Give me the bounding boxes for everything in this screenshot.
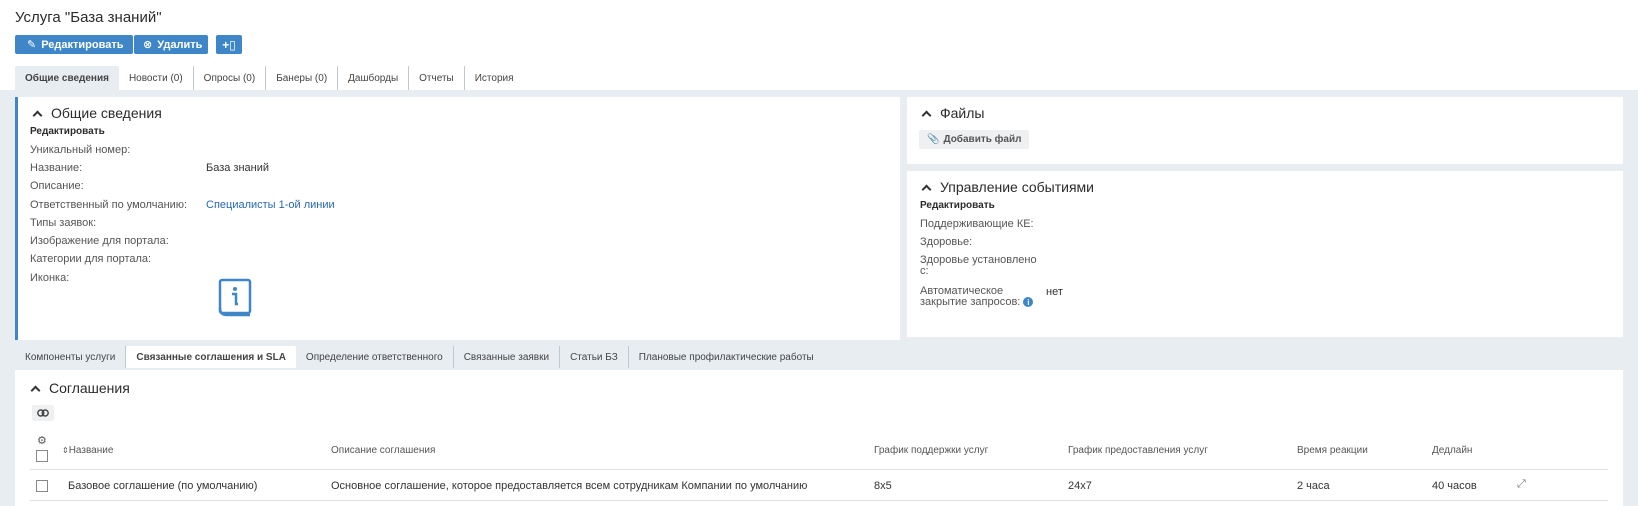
field-label: Автоматическое закрытие запросов: i: [920, 286, 1034, 308]
chevron-up-icon: [921, 184, 932, 194]
table-settings-icon[interactable]: ⚙: [37, 434, 47, 447]
field-label: Описание:: [30, 180, 84, 192]
edit-button-label: Редактировать: [41, 38, 124, 51]
sort-icon: ⇕: [62, 446, 69, 455]
column-header-support-schedule[interactable]: График поддержки услуг: [874, 445, 988, 456]
select-all-checkbox[interactable]: [36, 450, 48, 462]
agreements-panel: Соглашения ⚙ ⇕Название Описание соглашен…: [15, 370, 1623, 506]
column-header-name[interactable]: ⇕Название: [62, 445, 113, 456]
files-header[interactable]: Файлы: [921, 105, 985, 121]
general-edit-link[interactable]: Редактировать: [30, 126, 105, 137]
paperclip-icon: 📎: [927, 134, 940, 145]
info-book-icon: [218, 278, 252, 317]
events-edit-link[interactable]: Редактировать: [920, 200, 995, 211]
sub-tabs: Компоненты услуги Связанные соглашения и…: [15, 346, 824, 368]
files-title: Файлы: [940, 105, 985, 121]
table-divider: [30, 500, 1608, 501]
tab-kb-articles[interactable]: Статьи БЗ: [560, 346, 629, 368]
field-label: Здоровье установлено с:: [920, 255, 1037, 277]
field-label: Уникальный номер:: [30, 144, 131, 156]
unlink-icon[interactable]: ⤢: [1517, 478, 1526, 491]
cancel-circle-icon: ⊗: [143, 39, 153, 51]
field-label: Типы заявок:: [30, 217, 97, 229]
link-icon: [37, 409, 49, 417]
chevron-up-icon: [32, 110, 43, 120]
responsible-link[interactable]: Специалисты 1-ой линии: [206, 199, 335, 211]
main-tabs: Общие сведения Новости (0) Опросы (0) Ба…: [15, 66, 524, 90]
deadline-value: 40 часов: [1432, 480, 1477, 492]
support-schedule-value: 8x5: [874, 480, 892, 492]
column-header-provision-schedule[interactable]: График предоставления услуг: [1068, 445, 1208, 456]
agreements-header[interactable]: Соглашения: [30, 380, 130, 396]
field-label-line: Здоровье установлено: [920, 254, 1037, 266]
auto-close-value: нет: [1046, 286, 1063, 298]
events-title: Управление событиями: [940, 179, 1094, 195]
add-file-label: Добавить файл: [943, 134, 1022, 145]
events-panel: Управление событиями Редактировать Подде…: [907, 171, 1623, 337]
tab-maintenance[interactable]: Плановые профилактические работы: [629, 346, 824, 368]
tab-general[interactable]: Общие сведения: [15, 66, 119, 90]
chevron-up-icon: [921, 110, 932, 120]
field-label: Иконка:: [30, 272, 70, 284]
add-related-button[interactable]: +▯: [216, 35, 242, 54]
column-header-reaction-time[interactable]: Время реакции: [1297, 445, 1368, 456]
provision-schedule-value: 24x7: [1068, 480, 1092, 492]
column-header-deadline[interactable]: Дедлайн: [1432, 445, 1472, 456]
tab-history[interactable]: История: [465, 66, 524, 90]
add-document-icon: +▯: [222, 37, 236, 52]
page-title: Услуга "База знаний": [15, 9, 162, 26]
general-info-header[interactable]: Общие сведения: [32, 105, 162, 121]
general-info-title: Общие сведения: [51, 105, 162, 121]
field-label: Поддерживающие КЕ:: [920, 218, 1034, 230]
field-label: Категории для портала:: [30, 253, 152, 265]
tab-news[interactable]: Новости (0): [119, 66, 194, 90]
tab-responsible-definition[interactable]: Определение ответственного: [296, 346, 454, 368]
reaction-time-value: 2 часа: [1297, 480, 1330, 492]
table-divider: [30, 469, 1608, 470]
field-label-line: с:: [920, 265, 929, 277]
column-header-description[interactable]: Описание соглашения: [331, 445, 435, 456]
chevron-up-icon: [30, 385, 41, 395]
tab-reports[interactable]: Отчеты: [409, 66, 465, 90]
field-label-line: закрытие запросов: i: [920, 297, 1034, 308]
field-label: Изображение для портала:: [30, 235, 169, 247]
events-header[interactable]: Управление событиями: [921, 179, 1094, 195]
agreement-description: Основное соглашение, которое предоставля…: [331, 480, 808, 492]
delete-button[interactable]: ⊗ Удалить: [134, 35, 208, 54]
pencil-icon: ✎: [27, 39, 37, 51]
field-label: Ответственный по умолчанию:: [30, 199, 188, 211]
tab-polls[interactable]: Опросы (0): [194, 66, 267, 90]
edit-button[interactable]: ✎ Редактировать: [15, 35, 133, 54]
tab-banners[interactable]: Банеры (0): [266, 66, 339, 90]
general-info-panel: Общие сведения Редактировать Уникальный …: [15, 97, 900, 340]
tab-related-requests[interactable]: Связанные заявки: [454, 346, 561, 368]
field-label: Название:: [30, 162, 83, 174]
row-checkbox[interactable]: [36, 480, 48, 492]
page-header: Услуга "База знаний" ✎ Редактировать ⊗ У…: [0, 0, 1638, 92]
tab-related-agreements[interactable]: Связанные соглашения и SLA: [126, 346, 296, 368]
files-panel: Файлы 📎 Добавить файл: [907, 97, 1623, 164]
delete-button-label: Удалить: [157, 38, 203, 51]
tab-dashboards[interactable]: Дашборды: [338, 66, 410, 90]
link-agreement-button[interactable]: [32, 405, 54, 421]
tab-service-components[interactable]: Компоненты услуги: [15, 346, 127, 368]
agreements-title: Соглашения: [49, 380, 130, 396]
info-icon[interactable]: i: [1023, 297, 1034, 308]
field-value-name: База знаний: [206, 162, 270, 174]
field-label: Здоровье:: [920, 236, 973, 248]
agreement-name-link[interactable]: Базовое соглашение (по умолчанию): [68, 480, 257, 492]
add-file-button[interactable]: 📎 Добавить файл: [919, 130, 1030, 149]
